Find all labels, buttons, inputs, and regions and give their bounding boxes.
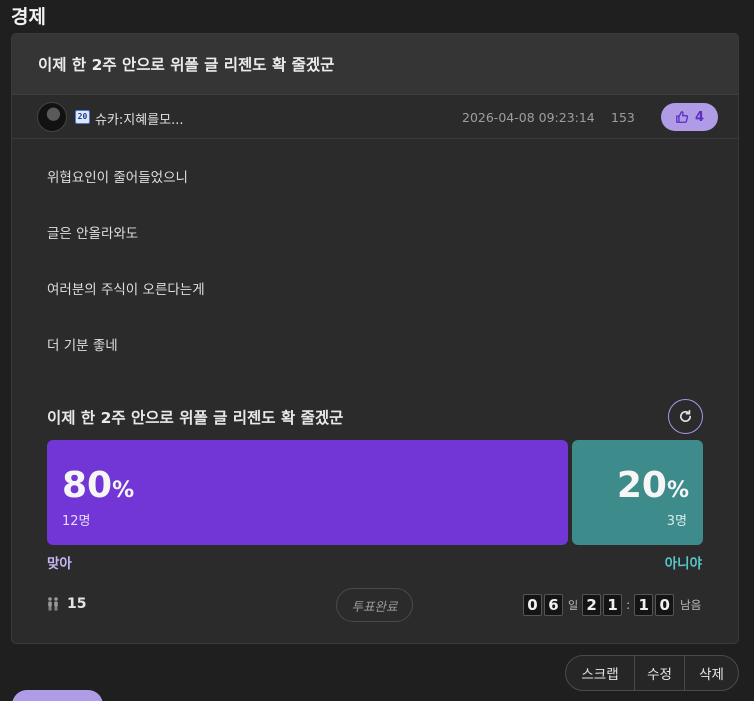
vote-complete-button[interactable]: 투표완료 [336, 588, 413, 622]
poll-option-no[interactable]: 20% 3명 [572, 440, 703, 545]
body-line: 여러분의 주식이 오른다는게 [47, 282, 205, 298]
timer-digit: 0 [523, 594, 542, 616]
voter-count-value: 15 [67, 596, 87, 612]
poll-vote-count: 12명 [62, 514, 91, 529]
bottom-pill-button[interactable] [12, 690, 103, 701]
body-line: 위협요인이 줄어들었으니 [47, 170, 188, 186]
refresh-button[interactable] [668, 399, 703, 434]
delete-button[interactable]: 삭제 [685, 656, 738, 690]
post-card: 이제 한 2주 안으로 위폴 글 리젠도 확 줄겠군 20 슈카:지혜를모...… [11, 33, 739, 644]
body-line: 더 기분 좋네 [47, 338, 118, 354]
timer-days-unit: 일 [568, 599, 579, 612]
post-date: 2026-04-08 09:23:14 [462, 110, 595, 125]
timer-digit: 1 [603, 594, 623, 616]
timer-separator: : [626, 598, 631, 612]
level-badge: 20 [75, 110, 90, 124]
post-header: 이제 한 2주 안으로 위폴 글 리젠도 확 줄겠군 [12, 34, 738, 95]
timer-digit: 6 [544, 594, 563, 616]
poll-timer: 0 6 일 2 1 : 1 0 남음 [523, 594, 701, 616]
board-title: 경제 [11, 6, 46, 28]
voter-count: 15 [45, 596, 86, 612]
post-actions: 스크랩 수정 삭제 [565, 655, 739, 691]
timer-digit: 1 [634, 594, 654, 616]
post-title: 이제 한 2주 안으로 위폴 글 리젠도 확 줄겠군 [38, 56, 335, 74]
timer-digit: 2 [582, 594, 602, 616]
refresh-icon [680, 409, 692, 422]
like-count: 4 [694, 109, 705, 125]
author-name[interactable]: 슈카:지혜를모... [95, 109, 184, 128]
poll-percent: 20% [616, 465, 689, 506]
thumbs-up-icon [676, 111, 689, 123]
view-count: 153 [611, 110, 635, 125]
timer-remaining-label: 남음 [680, 598, 702, 612]
poll-option-label-no: 아니야 [664, 556, 702, 572]
body-line: 글은 안올라와도 [47, 226, 139, 242]
like-button[interactable]: 4 [661, 103, 718, 131]
poll-percent: 80% [62, 465, 135, 506]
poll-vote-count: 3명 [666, 514, 687, 529]
scrap-button[interactable]: 스크랩 [566, 656, 635, 690]
avatar[interactable] [37, 102, 67, 132]
people-icon [48, 597, 58, 611]
poll-option-label-yes: 맞아 [47, 556, 72, 572]
poll-option-yes[interactable]: 80% 12명 [47, 440, 568, 545]
timer-digit: 0 [655, 594, 675, 616]
post-meta: 20 슈카:지혜를모... 2026-04-08 09:23:14 153 4 [12, 95, 738, 139]
edit-button[interactable]: 수정 [635, 656, 685, 690]
poll-title: 이제 한 2주 안으로 위폴 글 리젠도 확 줄겠군 [47, 409, 344, 427]
